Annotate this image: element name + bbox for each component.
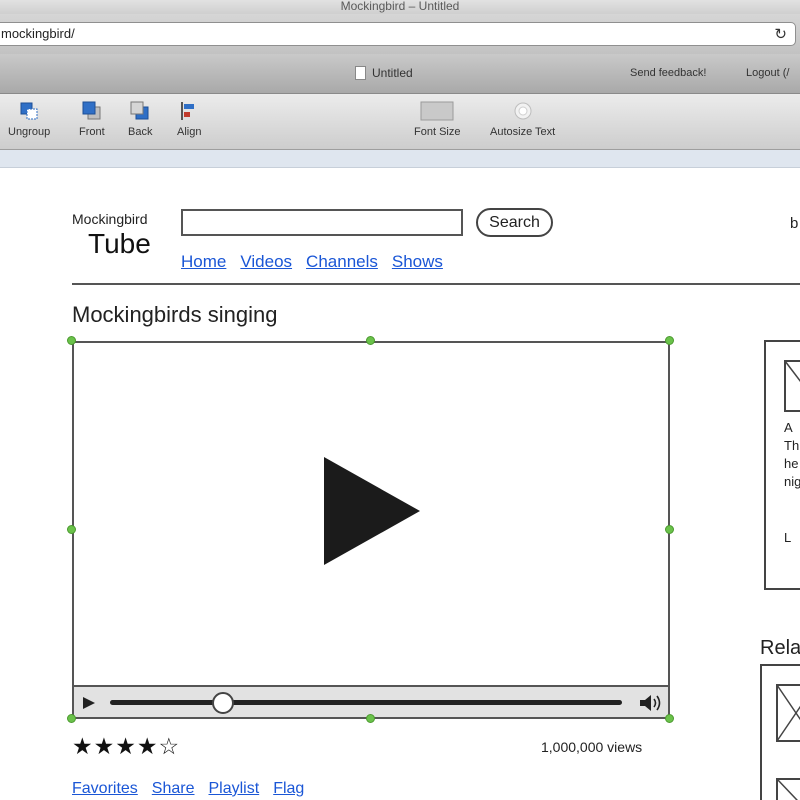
font-size-control[interactable]: Font Size bbox=[414, 100, 460, 138]
autosize-text-icon bbox=[514, 102, 532, 120]
window-title: Mockingbird – Untitled bbox=[340, 0, 460, 13]
document-title: Untitled bbox=[372, 66, 413, 80]
search-button[interactable]: Search bbox=[476, 208, 553, 237]
logout-link[interactable]: Logout (/ bbox=[746, 67, 789, 79]
ungroup-label: Ungroup bbox=[8, 126, 51, 138]
selection-handle-top[interactable] bbox=[366, 336, 375, 345]
selection-handle-left[interactable] bbox=[67, 525, 76, 534]
nav-shows-link[interactable]: Shows bbox=[392, 252, 443, 271]
back-button[interactable]: Back bbox=[128, 100, 152, 138]
autosize-text-label: Autosize Text bbox=[490, 126, 556, 138]
selection-handle-right[interactable] bbox=[665, 525, 674, 534]
related-thumbnail-icon[interactable] bbox=[776, 684, 800, 742]
flag-link[interactable]: Flag bbox=[273, 780, 304, 797]
volume-icon[interactable] bbox=[638, 693, 662, 713]
app-tabbar: Untitled Send feedback! Logout (/ bbox=[0, 54, 800, 94]
side-text-line[interactable]: L bbox=[784, 530, 791, 545]
nav-home-link[interactable]: Home bbox=[181, 252, 226, 271]
selection-handle-top-left[interactable] bbox=[67, 336, 76, 345]
selection-handle-bottom-right[interactable] bbox=[665, 714, 674, 723]
canvas-ruler-strip bbox=[0, 150, 800, 168]
site-nav: Home Videos Channels Shows bbox=[181, 252, 457, 272]
ungroup-icon bbox=[20, 102, 38, 120]
align-button[interactable]: Align bbox=[177, 100, 201, 138]
side-text-line: nig bbox=[784, 474, 800, 489]
header-right-text: b bbox=[790, 215, 799, 232]
related-videos-heading: Rela bbox=[760, 637, 800, 659]
side-text-line: he bbox=[784, 456, 799, 471]
search-input[interactable] bbox=[181, 209, 463, 236]
font-size-icon bbox=[420, 101, 454, 121]
side-text-line: A bbox=[784, 420, 793, 435]
selection-handle-bottom-left[interactable] bbox=[67, 714, 76, 723]
window-titlebar: Mockingbird – Untitled bbox=[0, 0, 800, 14]
font-size-label: Font Size bbox=[414, 126, 461, 138]
nav-videos-link[interactable]: Videos bbox=[240, 252, 292, 271]
progress-knob[interactable] bbox=[211, 692, 234, 714]
url-text: mockingbird/ bbox=[1, 26, 75, 41]
url-field[interactable]: mockingbird/ ↻ bbox=[0, 22, 796, 46]
image-placeholder-icon bbox=[784, 360, 800, 412]
play-icon[interactable] bbox=[324, 457, 420, 565]
document-tab[interactable]: Untitled bbox=[355, 66, 413, 80]
reload-icon[interactable]: ↻ bbox=[774, 24, 787, 46]
editor-toolbar: Ungroup Front Back Align Font Size Autos… bbox=[0, 94, 800, 150]
front-button[interactable]: Front bbox=[79, 100, 105, 138]
related-videos-list bbox=[760, 664, 800, 800]
align-icon bbox=[181, 102, 195, 120]
align-label: Align bbox=[177, 126, 202, 138]
playlist-link[interactable]: Playlist bbox=[209, 780, 260, 797]
video-player[interactable] bbox=[72, 341, 670, 719]
star-rating[interactable]: ★★★★☆ bbox=[72, 733, 180, 760]
header-divider bbox=[72, 283, 800, 285]
bring-to-front-icon bbox=[82, 101, 101, 120]
video-actions: Favorites Share Playlist Flag bbox=[72, 780, 318, 798]
nav-channels-link[interactable]: Channels bbox=[306, 252, 378, 271]
side-text-line: Th bbox=[784, 438, 800, 453]
video-title: Mockingbirds singing bbox=[72, 302, 278, 327]
site-logo-top: Mockingbird bbox=[72, 211, 148, 227]
send-feedback-link[interactable]: Send feedback! bbox=[630, 67, 706, 79]
favorites-link[interactable]: Favorites bbox=[72, 780, 138, 797]
selection-handle-bottom[interactable] bbox=[366, 714, 375, 723]
ungroup-button[interactable]: Ungroup bbox=[8, 100, 50, 138]
autosize-text-button[interactable]: Autosize Text bbox=[490, 100, 555, 138]
back-label: Back bbox=[128, 126, 153, 138]
selection-handle-top-right[interactable] bbox=[665, 336, 674, 345]
front-label: Front bbox=[79, 126, 105, 138]
small-play-icon[interactable] bbox=[82, 696, 96, 710]
player-controls bbox=[74, 685, 668, 717]
send-to-back-icon bbox=[130, 101, 149, 120]
address-bar: mockingbird/ ↻ bbox=[0, 14, 800, 54]
share-link[interactable]: Share bbox=[152, 780, 195, 797]
progress-bar[interactable] bbox=[110, 692, 622, 714]
channel-info-box: A Th he nig L bbox=[764, 340, 800, 590]
view-count: 1,000,000 views bbox=[541, 739, 643, 755]
site-logo-bottom: Tube bbox=[88, 228, 151, 259]
related-thumbnail-icon[interactable] bbox=[776, 778, 800, 800]
document-icon bbox=[355, 66, 366, 80]
